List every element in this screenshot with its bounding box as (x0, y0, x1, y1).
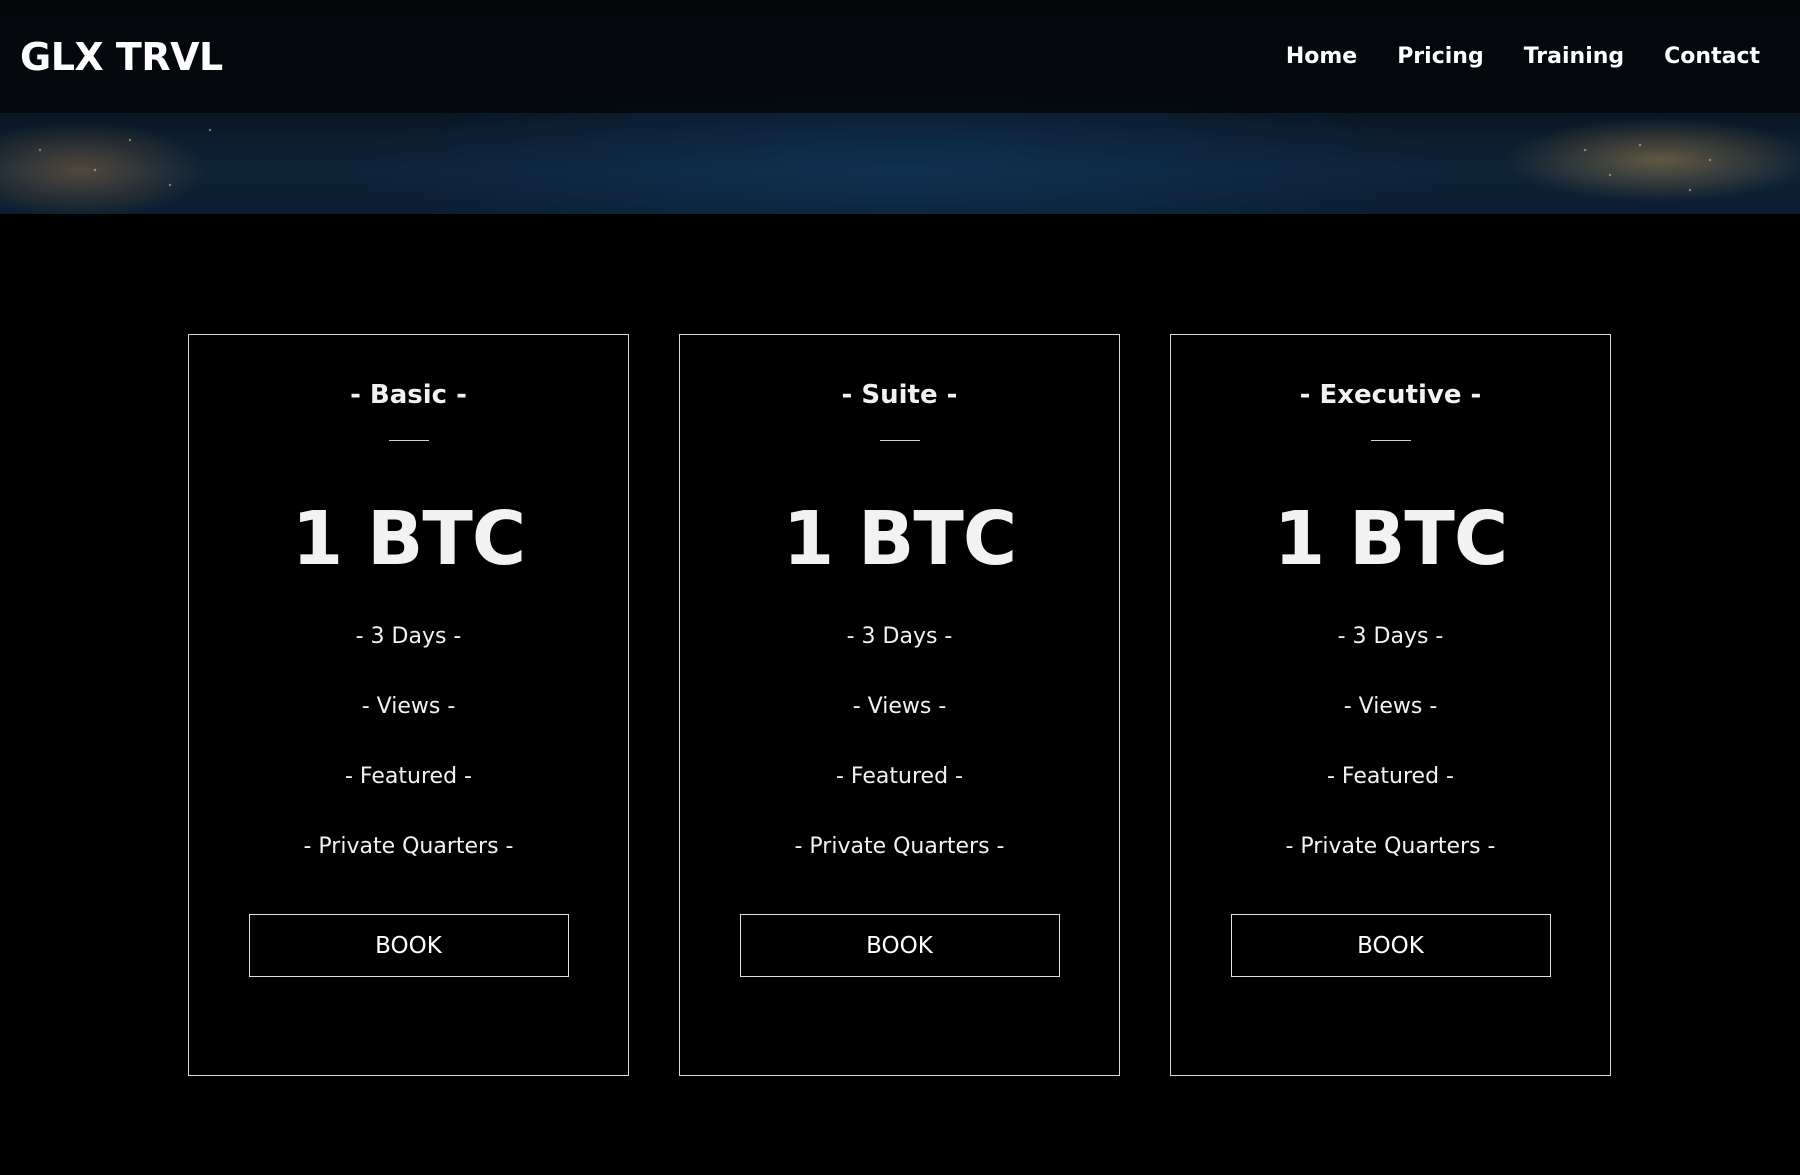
book-button-basic[interactable]: BOOK (248, 914, 569, 977)
nav-item-pricing[interactable]: Pricing (1397, 44, 1484, 69)
plan-title: - Suite - (841, 380, 958, 410)
feature-item: - Private Quarters - (794, 834, 1005, 859)
plan-price: 1 BTC (1273, 496, 1508, 582)
book-button-suite[interactable]: BOOK (739, 914, 1060, 977)
feature-item: - Featured - (1327, 764, 1454, 789)
feature-item: - 3 Days - (1337, 624, 1444, 649)
nav-item-training[interactable]: Training (1524, 44, 1624, 69)
feature-item: - 3 Days - (355, 624, 462, 649)
feature-item: - Private Quarters - (1285, 834, 1496, 859)
nav-item-home[interactable]: Home (1286, 44, 1357, 69)
pricing-card-basic: - Basic - 1 BTC - 3 Days - - Views - - F… (188, 334, 629, 1076)
title-divider (879, 440, 920, 441)
feature-item: - 3 Days - (846, 624, 953, 649)
pricing-cards: - Basic - 1 BTC - 3 Days - - Views - - F… (188, 334, 1611, 1076)
feature-item: - Private Quarters - (303, 834, 514, 859)
feature-item: - Views - (361, 694, 456, 719)
plan-title: - Basic - (350, 380, 467, 410)
feature-item: - Featured - (345, 764, 472, 789)
feature-list: - 3 Days - - Views - - Featured - - Priv… (794, 622, 1004, 902)
feature-item: - Views - (852, 694, 947, 719)
plan-price: 1 BTC (782, 496, 1017, 582)
feature-item: - Views - (1343, 694, 1438, 719)
plan-price: 1 BTC (291, 496, 526, 582)
main-nav: Home Pricing Training Contact (1286, 44, 1780, 69)
nav-item-contact[interactable]: Contact (1664, 44, 1760, 69)
plan-title: - Executive - (1299, 380, 1482, 410)
pricing-card-suite: - Suite - 1 BTC - 3 Days - - Views - - F… (679, 334, 1120, 1076)
book-button-executive[interactable]: BOOK (1230, 914, 1551, 977)
title-divider (1370, 440, 1411, 441)
top-navbar: GLX TRVL Home Pricing Training Contact (0, 0, 1800, 113)
site-logo[interactable]: GLX TRVL (20, 35, 223, 79)
feature-list: - 3 Days - - Views - - Featured - - Priv… (303, 622, 513, 902)
title-divider (388, 440, 429, 441)
pricing-card-executive: - Executive - 1 BTC - 3 Days - - Views -… (1170, 334, 1611, 1076)
feature-item: - Featured - (836, 764, 963, 789)
feature-list: - 3 Days - - Views - - Featured - - Priv… (1285, 622, 1495, 902)
